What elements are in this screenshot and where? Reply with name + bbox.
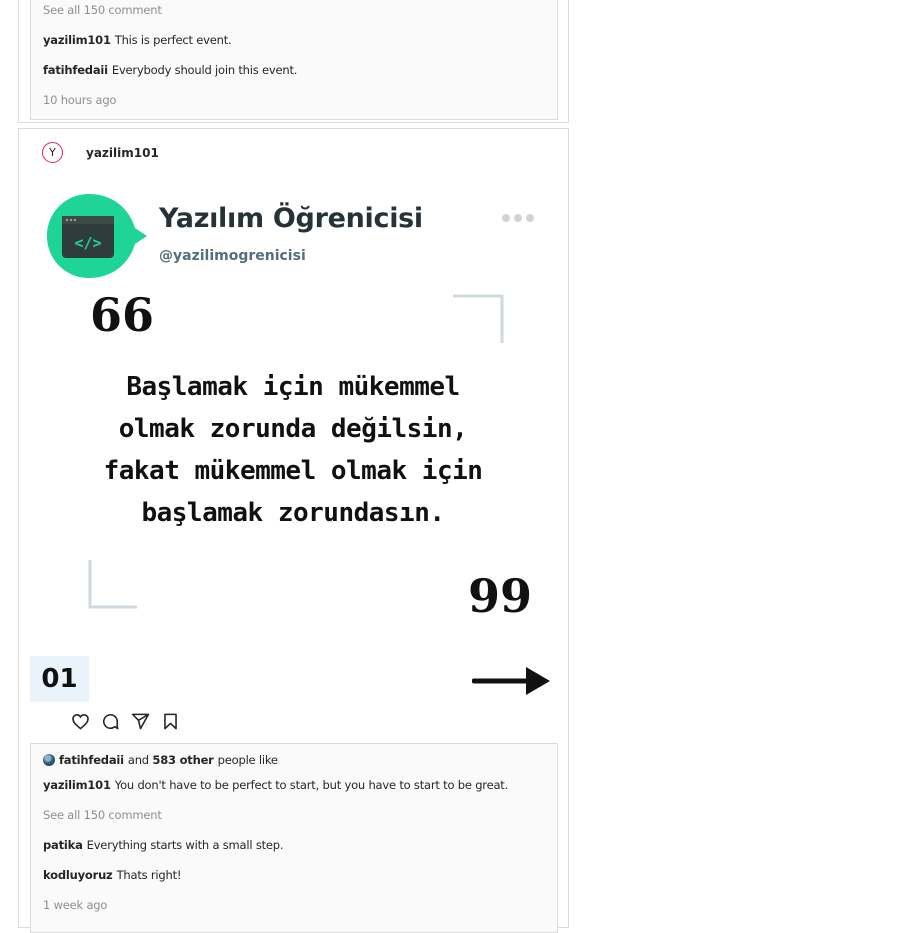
liker-username[interactable]: fatihfedaii	[59, 753, 124, 767]
comment-username[interactable]: patika	[43, 838, 83, 852]
post-info-panel: See all 150 comment yazilim101 This is pe…	[30, 0, 558, 120]
post-card: Y yazilim101 </> Yazılım Öğrenicisi @yaz…	[18, 128, 569, 933]
comment-text: Thats right!	[116, 868, 182, 882]
save-button[interactable]	[160, 711, 181, 732]
comment-button[interactable]	[100, 711, 121, 732]
heart-icon	[72, 713, 89, 730]
bookmark-icon	[164, 713, 177, 730]
send-icon	[131, 713, 150, 730]
quote-line: olmak zorunda değilsin,	[118, 414, 468, 444]
code-symbol: </>	[74, 234, 101, 252]
post-timestamp: 10 hours ago	[43, 93, 117, 107]
comment-icon	[102, 714, 119, 730]
page-number: 01	[30, 656, 89, 702]
see-all-comments-link[interactable]: See all 150 comment	[43, 3, 162, 17]
arrow-right-icon	[472, 667, 550, 695]
post-timestamp: 1 week ago	[43, 898, 108, 912]
avatar-letter: Y	[49, 146, 56, 159]
brand-name: Yazılım Öğrenicisi	[159, 203, 423, 234]
comment-text: This is perfect event.	[114, 33, 232, 47]
quote-text: Başlamak için mükemmel olmak zorunda değ…	[60, 366, 526, 534]
comment-item: patika Everything starts with a small ste…	[43, 838, 284, 852]
brand-handle: @yazilimogrenicisi	[159, 248, 306, 264]
comment-text: Everything starts with a small step.	[86, 838, 284, 852]
quote-line: fakat mükemmel olmak için	[103, 456, 483, 486]
quote-line: başlamak zorundasın.	[141, 498, 445, 528]
likes-count-link[interactable]: 583 other	[152, 753, 213, 767]
more-options-icon	[502, 214, 534, 222]
quote-line: Başlamak için mükemmel	[126, 372, 460, 402]
comment-username[interactable]: fatihfedaii	[43, 63, 108, 77]
likes-suffix: people like	[217, 753, 278, 767]
logo-badge: </>	[47, 194, 147, 278]
corner-bracket-top-right	[453, 294, 504, 343]
user-avatar[interactable]: Y	[42, 142, 63, 163]
open-quote-mark: 66	[90, 288, 155, 342]
see-all-comments-link[interactable]: See all 150 comment	[43, 808, 162, 822]
caption: yazilim101 You don't have to be perfect t…	[43, 778, 508, 792]
post-username[interactable]: yazilim101	[86, 146, 159, 160]
comment-item: fatihfedaii Everybody should join this ev…	[43, 63, 297, 77]
likes-and: and	[127, 753, 149, 767]
post-actions	[70, 711, 181, 732]
like-button[interactable]	[70, 711, 91, 732]
close-quote-mark: 99	[468, 569, 533, 623]
liker-avatar[interactable]	[43, 754, 55, 766]
post-info-panel: fatihfedaii and 583 other people like yazi…	[30, 743, 558, 933]
corner-bracket-bottom-left	[88, 560, 137, 609]
comment-item: yazilim101 This is perfect event.	[43, 33, 232, 47]
comment-username[interactable]: yazilim101	[43, 33, 111, 47]
likes-summary: fatihfedaii and 583 other people like	[43, 753, 278, 767]
comment-item: kodluyoruz Thats right!	[43, 868, 182, 882]
comment-text: Everybody should join this event.	[111, 63, 298, 77]
post-card: See all 150 comment yazilim101 This is pe…	[18, 0, 569, 123]
caption-text: You don't have to be perfect to start, b…	[114, 778, 509, 792]
comment-username[interactable]: kodluyoruz	[43, 868, 113, 882]
caption-username[interactable]: yazilim101	[43, 778, 111, 792]
post-image[interactable]: </> Yazılım Öğrenicisi @yazilimogrenicis…	[30, 176, 556, 702]
share-button[interactable]	[130, 711, 151, 732]
